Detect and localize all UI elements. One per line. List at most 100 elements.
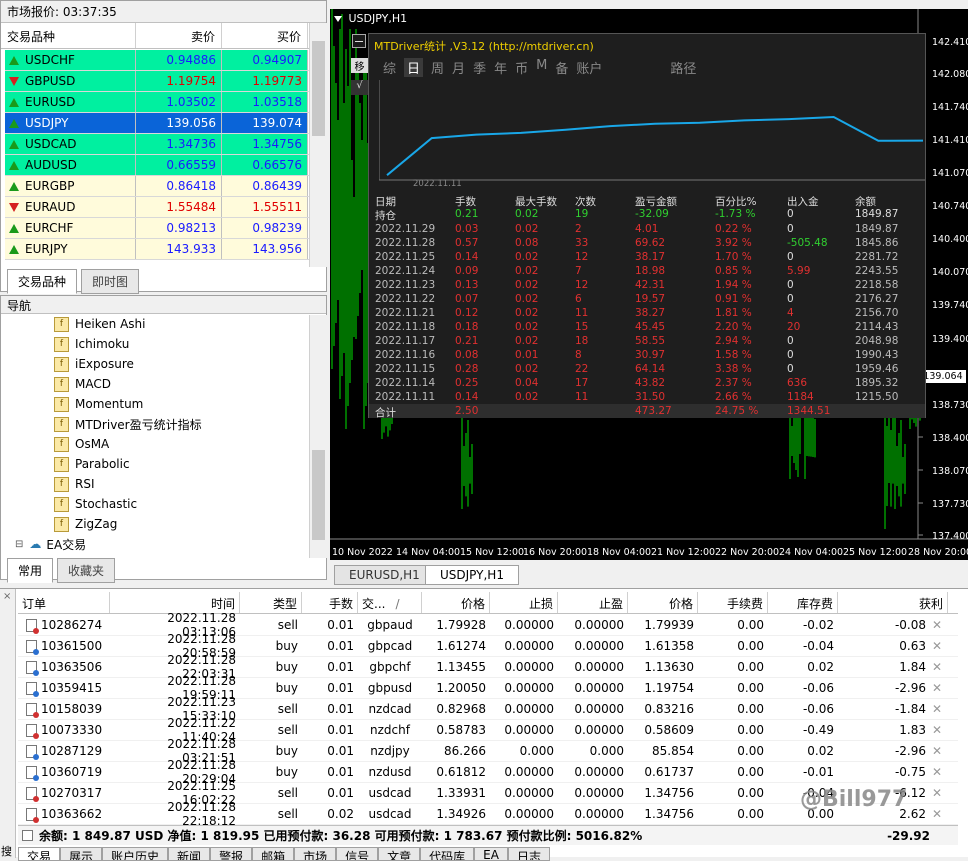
order-value: 0.00000 xyxy=(504,618,554,632)
symbol-row-euraud[interactable]: EURAUD 1.55484 1.55511 xyxy=(5,197,309,218)
close-order-icon[interactable]: ✕ xyxy=(932,807,942,821)
tab-common[interactable]: 常用 xyxy=(7,558,54,583)
stats-menu-item[interactable]: M xyxy=(536,58,547,77)
terminal-tab[interactable]: 展示 xyxy=(60,847,103,861)
stats-menu-item[interactable]: 备 xyxy=(555,58,568,77)
scrollbar-thumb[interactable] xyxy=(312,450,325,540)
order-value: 0.00 xyxy=(737,786,764,800)
order-value: 0.00000 xyxy=(504,639,554,653)
close-order-icon[interactable]: ✕ xyxy=(932,618,942,632)
navigator-indicator-item[interactable]: f RSI xyxy=(54,474,95,494)
column-header[interactable]: 止损 xyxy=(490,592,558,613)
column-header[interactable]: 手数 xyxy=(302,592,358,613)
tab-usdjpy-chart[interactable]: USDJPY,H1 xyxy=(425,565,519,585)
column-header[interactable]: 订单 xyxy=(18,592,110,613)
tab-symbols[interactable]: 交易品种 xyxy=(7,269,78,294)
sell-order-icon xyxy=(26,807,39,823)
tab-eurusd-chart[interactable]: EURUSD,H1 xyxy=(334,565,435,585)
navigator-scrollbar[interactable] xyxy=(309,315,327,558)
header-symbol[interactable]: 交易品种 xyxy=(1,23,136,48)
navigator-indicator-item[interactable]: f MTDriver盈亏统计指标 xyxy=(54,414,202,434)
close-order-icon[interactable]: ✕ xyxy=(932,786,942,800)
symbol-row-usdjpy[interactable]: USDJPY 139.056 139.074 xyxy=(5,113,309,134)
stats-menu-item[interactable]: 年 xyxy=(494,58,507,77)
symbol-row-usdchf[interactable]: USDCHF 0.94886 0.94907 xyxy=(5,50,309,71)
close-order-icon[interactable]: ✕ xyxy=(932,765,942,779)
column-header[interactable]: 价格 xyxy=(422,592,490,613)
terminal-tab[interactable]: 市场 xyxy=(294,847,337,861)
order-cell: 0.01 xyxy=(302,723,358,737)
terminal-tab[interactable]: 文章 xyxy=(378,847,421,861)
column-header[interactable]: 手续费 xyxy=(698,592,768,613)
close-icon[interactable]: × xyxy=(3,591,12,602)
navigator-indicator-item[interactable]: f Heiken Ashi xyxy=(54,314,145,334)
column-header[interactable]: 获利 xyxy=(838,592,948,613)
symbol-row-eurjpy[interactable]: EURJPY 143.933 143.956 xyxy=(5,239,309,260)
column-header[interactable]: 止盈 xyxy=(558,592,628,613)
close-order-icon[interactable]: ✕ xyxy=(932,681,942,695)
terminal-tab[interactable]: 代码库 xyxy=(420,847,475,861)
terminal-tab[interactable]: 新闻 xyxy=(168,847,211,861)
confirm-button[interactable]: √ xyxy=(351,80,368,95)
navigator-indicator-item[interactable]: f Momentum xyxy=(54,394,143,414)
column-header[interactable]: 时间 xyxy=(110,592,240,613)
close-order-icon[interactable]: ✕ xyxy=(932,744,942,758)
stats-menu-item[interactable]: 季 xyxy=(473,58,486,77)
order-value: buy xyxy=(275,681,298,695)
terminal-tab[interactable]: 邮箱 xyxy=(252,847,295,861)
navigator-indicator-item[interactable]: f Stochastic xyxy=(54,494,137,514)
stats-menu-item[interactable]: 账户 xyxy=(576,58,602,77)
stats-cell: 24.75 % xyxy=(715,405,759,417)
terminal-tab[interactable]: 日志 xyxy=(507,847,550,861)
collapse-button[interactable] xyxy=(352,34,366,48)
column-header[interactable]: 价格 xyxy=(628,592,698,613)
move-button[interactable]: 移 xyxy=(351,58,368,73)
symbol-row-usdcad[interactable]: USDCAD 1.34736 1.34756 xyxy=(5,134,309,155)
symbol-row-gbpusd[interactable]: GBPUSD 1.19754 1.19773 xyxy=(5,71,309,92)
order-cell: 10360719 xyxy=(18,765,110,781)
stats-menu-item[interactable]: 币 xyxy=(515,58,528,77)
navigator-indicator-item[interactable]: f iExposure xyxy=(54,354,134,374)
terminal-tab[interactable]: 信号 xyxy=(336,847,379,861)
navigator-indicator-item[interactable]: f MACD xyxy=(54,374,111,394)
stats-menu-item[interactable]: 路径 xyxy=(670,58,696,77)
navigator-indicator-item[interactable]: f Ichimoku xyxy=(54,334,129,354)
tab-favorites[interactable]: 收藏夹 xyxy=(57,558,116,583)
column-header[interactable]: 交... / xyxy=(358,592,422,613)
expand-icon[interactable]: ⊟ xyxy=(15,539,23,550)
navigator-indicator-item[interactable]: f Parabolic xyxy=(54,454,130,474)
close-order-icon[interactable]: ✕ xyxy=(932,723,942,737)
column-header[interactable]: 库存费 xyxy=(768,592,838,613)
stats-cell: 0.85 % xyxy=(715,265,752,277)
stats-menu-item[interactable]: 日 xyxy=(404,58,424,77)
symbol-row-eurgbp[interactable]: EURGBP 0.86418 0.86439 xyxy=(5,176,309,197)
scrollbar-thumb[interactable] xyxy=(312,41,325,136)
close-order-icon[interactable]: ✕ xyxy=(932,702,942,716)
terminal-tab[interactable]: 警报 xyxy=(210,847,253,861)
time-axis-label: 28 Nov 20:00 xyxy=(908,547,968,558)
bid-price: 1.03502 xyxy=(136,92,222,112)
symbol-row-eurchf[interactable]: EURCHF 0.98213 0.98239 xyxy=(5,218,309,239)
order-value: 10363662 xyxy=(41,807,103,821)
close-order-icon[interactable]: ✕ xyxy=(932,660,942,674)
column-header[interactable]: 类型 xyxy=(240,592,302,613)
navigator-ea-node[interactable]: ⊟ ☁ EA交易 xyxy=(15,534,86,554)
navigator-indicator-item[interactable]: f OsMA xyxy=(54,434,109,454)
chart-dropdown-icon[interactable] xyxy=(334,16,342,22)
symbol-row-audusd[interactable]: AUDUSD 0.66559 0.66576 xyxy=(5,155,309,176)
symbol-row-eurusd[interactable]: EURUSD 1.03502 1.03518 xyxy=(5,92,309,113)
header-bid[interactable]: 卖价 xyxy=(136,23,222,48)
indicator-icon: f xyxy=(54,356,69,372)
header-ask[interactable]: 买价 xyxy=(222,23,308,48)
market-watch-scrollbar[interactable] xyxy=(309,23,327,267)
terminal-tab[interactable]: 交易 xyxy=(18,847,61,861)
stats-menu-item[interactable]: 月 xyxy=(452,58,465,77)
stats-cell: 2176.27 xyxy=(855,293,899,305)
close-order-icon[interactable]: ✕ xyxy=(932,639,942,653)
stats-menu-item[interactable]: 综 xyxy=(383,58,396,77)
stats-menu-item[interactable]: 周 xyxy=(431,58,444,77)
tab-tick-chart[interactable]: 即时图 xyxy=(81,269,140,294)
terminal-tab[interactable]: 账户历史 xyxy=(102,847,169,861)
navigator-indicator-item[interactable]: f ZigZag xyxy=(54,514,117,534)
terminal-tab[interactable]: EA xyxy=(474,847,508,861)
